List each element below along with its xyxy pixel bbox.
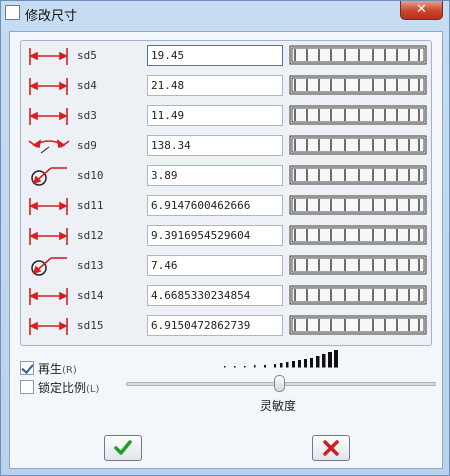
dimension-name: sd11 xyxy=(77,199,104,212)
dimension-value-input[interactable] xyxy=(147,75,283,96)
dimension-name: sd3 xyxy=(77,109,97,122)
linear-dimension-icon xyxy=(27,315,73,337)
thumbwheel-control[interactable] xyxy=(289,255,429,277)
linear-dimension-icon xyxy=(27,75,73,97)
close-button[interactable]: ✕ xyxy=(400,1,443,20)
dimension-row: sd14 xyxy=(21,284,433,308)
dimensions-panel: sd5 sd4 sd3 sd9 sd10 sd11 sd12 sd13 sd14 sd15 xyxy=(20,40,432,346)
lock-ratio-text: 锁定比例 xyxy=(38,381,87,395)
dimension-value-input[interactable] xyxy=(147,135,283,156)
cancel-button[interactable] xyxy=(312,435,350,461)
dimension-row: sd4 xyxy=(21,74,433,98)
dialog-body: sd5sd4sd3sd9sd10sd11sd12sd13sd14sd15 再生(… xyxy=(9,31,443,469)
window-title: 修改尺寸 xyxy=(25,9,78,24)
thumbwheel-control[interactable] xyxy=(289,105,429,127)
thumbwheel-control[interactable] xyxy=(289,45,429,67)
x-icon xyxy=(323,440,339,456)
dimension-name: sd12 xyxy=(77,229,104,242)
angular-dimension-icon xyxy=(27,135,73,157)
dimension-value-input[interactable] xyxy=(147,285,283,306)
thumbwheel-control[interactable] xyxy=(289,195,429,217)
thumbwheel-control[interactable] xyxy=(289,285,429,307)
sensitivity-slider-thumb[interactable] xyxy=(274,375,285,392)
checkmark-icon xyxy=(114,440,132,455)
regenerate-accel: (R) xyxy=(62,365,77,376)
dimension-row: sd9 xyxy=(21,134,433,158)
thumbwheel-control[interactable] xyxy=(289,75,429,97)
dimension-row: sd5 xyxy=(21,44,433,68)
lock-ratio-checkbox[interactable] xyxy=(20,380,34,394)
linear-dimension-icon xyxy=(27,195,73,217)
sensitivity-scale-icon xyxy=(224,350,338,368)
dimension-row: sd10 xyxy=(21,164,433,188)
modify-dimensions-window: 修改尺寸 ✕ sd5sd4sd3sd9sd10sd11sd12sd13sd14s… xyxy=(0,0,450,476)
dimension-name: sd14 xyxy=(77,289,104,302)
linear-dimension-icon xyxy=(27,285,73,307)
lock-ratio-label[interactable]: 锁定比例(L) xyxy=(38,379,99,396)
linear-dimension-icon xyxy=(27,225,73,247)
thumbwheel-control[interactable] xyxy=(289,165,429,187)
dimension-row: sd11 xyxy=(21,194,433,218)
dimension-name: sd9 xyxy=(77,139,97,152)
dimension-row: sd13 xyxy=(21,254,433,278)
dimension-row: sd15 xyxy=(21,314,433,338)
regenerate-text: 再生 xyxy=(38,362,63,376)
title-bar[interactable]: 修改尺寸 ✕ xyxy=(1,1,449,25)
thumbwheel-control[interactable] xyxy=(289,315,429,337)
window-icon xyxy=(5,5,20,20)
dimension-value-input[interactable] xyxy=(147,225,283,246)
ok-button[interactable] xyxy=(104,435,142,461)
diameter-dimension-icon xyxy=(27,165,73,187)
dimension-value-input[interactable] xyxy=(147,315,283,336)
dimension-value-input[interactable] xyxy=(147,45,283,66)
dimension-name: sd4 xyxy=(77,79,97,92)
linear-dimension-icon xyxy=(27,45,73,67)
lock-ratio-accel: (L) xyxy=(86,384,100,395)
diameter-dimension-icon xyxy=(27,255,73,277)
linear-dimension-icon xyxy=(27,105,73,127)
sensitivity-label: 灵敏度 xyxy=(260,399,297,413)
dimension-value-input[interactable] xyxy=(147,105,283,126)
dimension-row: sd12 xyxy=(21,224,433,248)
dimension-value-input[interactable] xyxy=(147,255,283,276)
dimension-name: sd10 xyxy=(77,169,104,182)
thumbwheel-control[interactable] xyxy=(289,135,429,157)
dimension-name: sd5 xyxy=(77,49,97,62)
regenerate-checkbox[interactable] xyxy=(20,361,34,375)
dimension-name: sd15 xyxy=(77,319,104,332)
dimension-row: sd3 xyxy=(21,104,433,128)
dimension-value-input[interactable] xyxy=(147,165,283,186)
thumbwheel-control[interactable] xyxy=(289,225,429,247)
regenerate-label[interactable]: 再生(R) xyxy=(38,360,77,377)
dimension-value-input[interactable] xyxy=(147,195,283,216)
dimension-name: sd13 xyxy=(77,259,104,272)
